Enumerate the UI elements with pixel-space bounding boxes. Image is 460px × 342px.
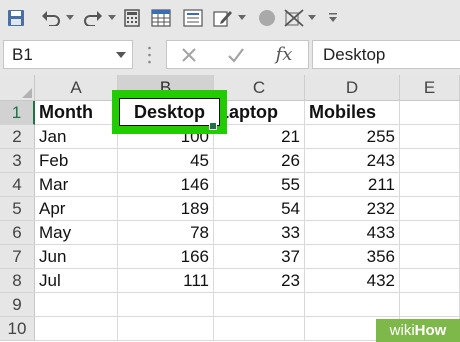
cell-d3[interactable]: 243 <box>305 149 400 173</box>
cell-c6[interactable]: 33 <box>214 221 305 245</box>
circle-icon[interactable] <box>256 0 278 35</box>
grip-icon[interactable] <box>148 46 151 64</box>
chevron-down-icon[interactable] <box>116 46 126 61</box>
cell-e1[interactable] <box>400 101 460 125</box>
cell-e9[interactable] <box>400 293 460 317</box>
table-icon[interactable] <box>148 0 174 35</box>
cell-c8[interactable]: 23 <box>214 269 305 293</box>
cell-c3[interactable]: 26 <box>214 149 305 173</box>
name-box[interactable]: B1 <box>3 40 133 69</box>
column-header-a[interactable]: A <box>35 75 118 101</box>
column-header-e[interactable]: E <box>400 75 460 101</box>
name-box-value: B1 <box>12 45 33 64</box>
edit-icon[interactable] <box>210 0 236 35</box>
cell-a6[interactable]: May <box>35 221 118 245</box>
undo-icon[interactable] <box>38 0 64 35</box>
select-all-button[interactable] <box>0 75 35 101</box>
cell-d9[interactable] <box>305 293 400 317</box>
cell-b10[interactable] <box>118 317 214 341</box>
row-header-1[interactable]: 1 <box>0 101 35 125</box>
cell-d4[interactable]: 211 <box>305 173 400 197</box>
cell-d1[interactable]: Mobiles <box>305 101 400 125</box>
cell-a7[interactable]: Jun <box>35 245 118 269</box>
cell-b3[interactable]: 45 <box>118 149 214 173</box>
cell-b5[interactable]: 189 <box>118 197 214 221</box>
cell-b6[interactable]: 78 <box>118 221 214 245</box>
cell-b7[interactable]: 166 <box>118 245 214 269</box>
cell-e2[interactable] <box>400 125 460 149</box>
cell-c2[interactable]: 21 <box>214 125 305 149</box>
cell-d6[interactable]: 433 <box>305 221 400 245</box>
cell-d2[interactable]: 255 <box>305 125 400 149</box>
cell-b4[interactable]: 146 <box>118 173 214 197</box>
formula-bar: B1 fx Desktop <box>0 35 460 75</box>
customize-icon[interactable] <box>326 0 340 35</box>
cell-e3[interactable] <box>400 149 460 173</box>
row-header-2[interactable]: 2 <box>0 125 35 149</box>
column-header-d[interactable]: D <box>305 75 400 101</box>
form-icon[interactable] <box>180 0 206 35</box>
row-header-9[interactable]: 9 <box>0 293 35 317</box>
save-icon[interactable] <box>4 0 28 35</box>
eraser-dropdown-icon[interactable] <box>306 0 318 35</box>
cell-a3[interactable]: Feb <box>35 149 118 173</box>
formula-controls: fx <box>166 40 309 69</box>
cell-d8[interactable]: 432 <box>305 269 400 293</box>
cell-a4[interactable]: Mar <box>35 173 118 197</box>
row-header-3[interactable]: 3 <box>0 149 35 173</box>
cell-a8[interactable]: Jul <box>35 269 118 293</box>
row-header-7[interactable]: 7 <box>0 245 35 269</box>
quick-access-toolbar <box>0 0 460 35</box>
watermark-how: How <box>414 322 447 339</box>
cell-a5[interactable]: Apr <box>35 197 118 221</box>
spreadsheet-grid: ABCDE12345678910MonthDesktopLaptopMobile… <box>0 75 460 342</box>
enter-icon[interactable] <box>222 41 250 68</box>
cell-c5[interactable]: 54 <box>214 197 305 221</box>
watermark-wiki: wiki <box>389 322 415 339</box>
redo-dropdown-icon[interactable] <box>106 0 118 35</box>
undo-dropdown-icon[interactable] <box>64 0 76 35</box>
row-header-6[interactable]: 6 <box>0 221 35 245</box>
eraser-icon[interactable] <box>282 0 306 35</box>
cell-highlight: Desktop <box>112 90 227 134</box>
cell-c10[interactable] <box>214 317 305 341</box>
cell-a10[interactable] <box>35 317 118 341</box>
formula-input[interactable]: Desktop <box>312 40 460 69</box>
cell-d5[interactable]: 232 <box>305 197 400 221</box>
cell-d7[interactable]: 356 <box>305 245 400 269</box>
cell-c4[interactable]: 55 <box>214 173 305 197</box>
formula-content: Desktop <box>323 45 386 64</box>
cell-a2[interactable]: Jan <box>35 125 118 149</box>
calculator-icon[interactable] <box>120 0 144 35</box>
wikihow-watermark: wikiHow <box>376 319 460 342</box>
row-header-5[interactable]: 5 <box>0 197 35 221</box>
cell-c7[interactable]: 37 <box>214 245 305 269</box>
insert-function-button[interactable]: fx <box>269 41 299 68</box>
row-header-4[interactable]: 4 <box>0 173 35 197</box>
row-header-8[interactable]: 8 <box>0 269 35 293</box>
cell-a9[interactable] <box>35 293 118 317</box>
fill-handle[interactable] <box>209 122 217 130</box>
cell-e7[interactable] <box>400 245 460 269</box>
column-header-c[interactable]: C <box>214 75 305 101</box>
cancel-icon[interactable] <box>175 41 203 68</box>
cell-b9[interactable] <box>118 293 214 317</box>
cell-c9[interactable] <box>214 293 305 317</box>
edit-dropdown-icon[interactable] <box>236 0 248 35</box>
active-cell-b1[interactable]: Desktop <box>119 98 220 126</box>
cell-c1[interactable]: Laptop <box>214 101 305 125</box>
cell-e4[interactable] <box>400 173 460 197</box>
cell-b8[interactable]: 111 <box>118 269 214 293</box>
cell-e6[interactable] <box>400 221 460 245</box>
row-header-10[interactable]: 10 <box>0 317 35 341</box>
cell-a1[interactable]: Month <box>35 101 118 125</box>
cell-e8[interactable] <box>400 269 460 293</box>
cell-e5[interactable] <box>400 197 460 221</box>
redo-icon[interactable] <box>80 0 106 35</box>
